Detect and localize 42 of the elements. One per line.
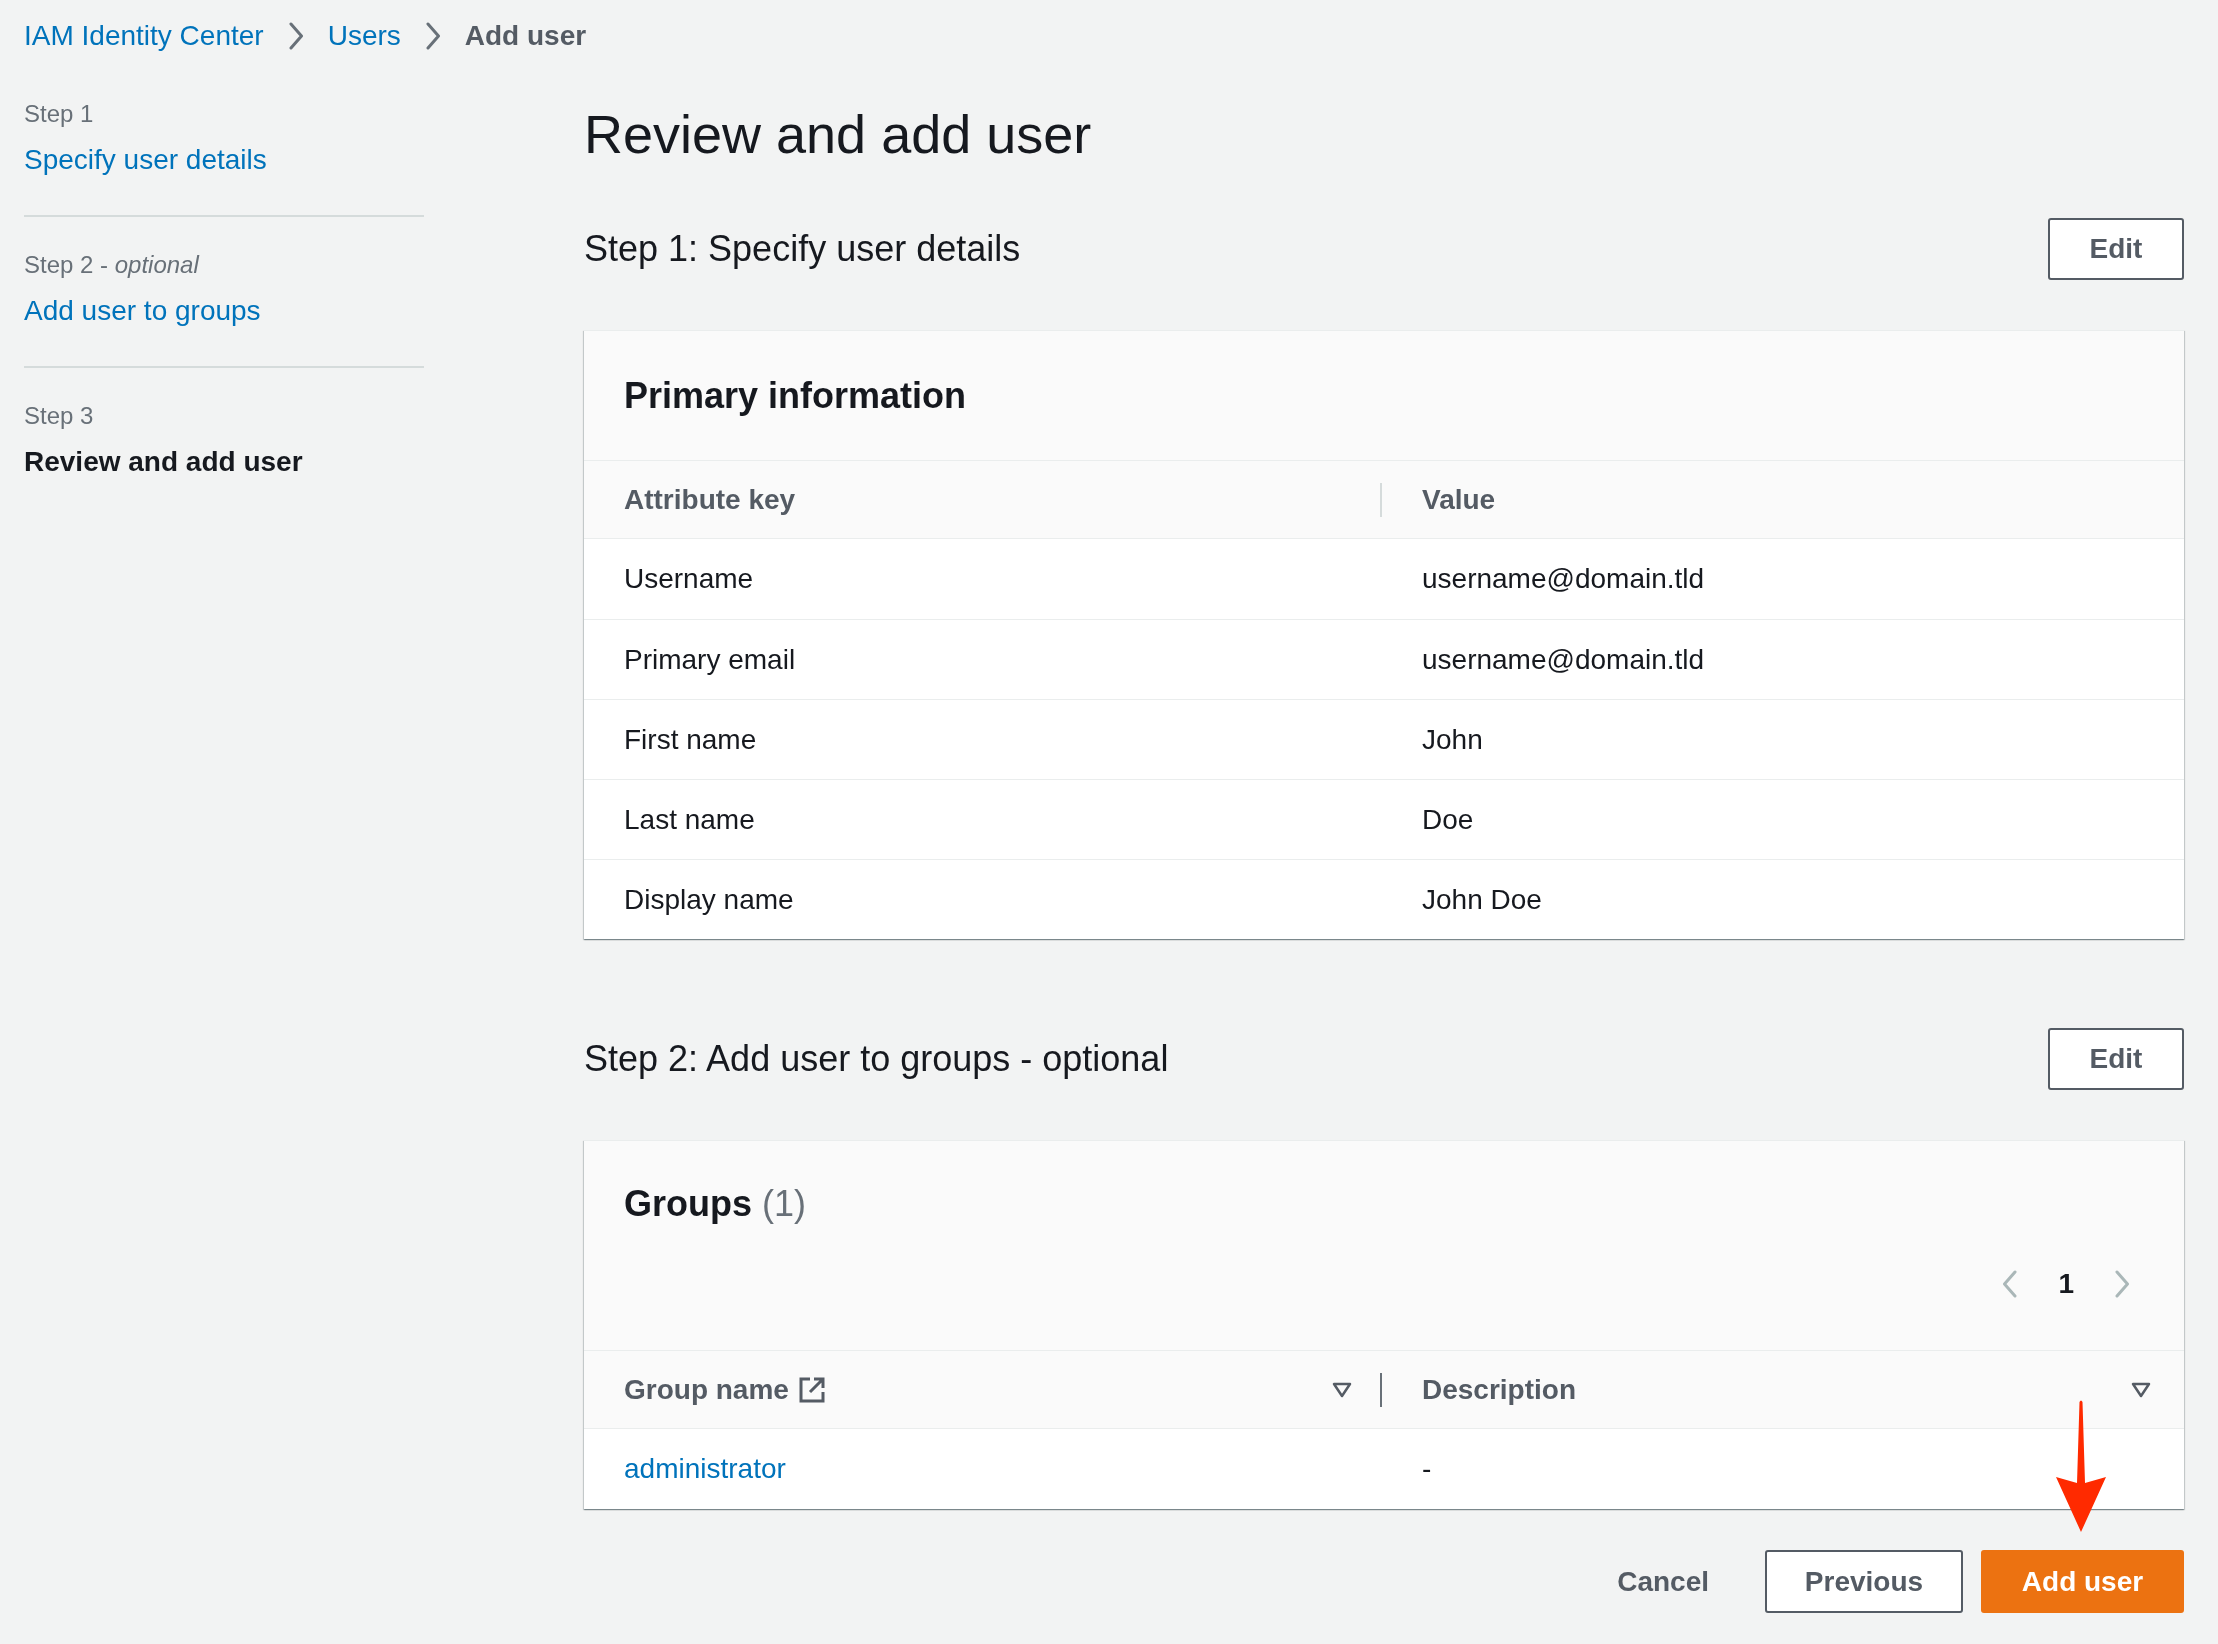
step-link[interactable]: Specify user details [24, 140, 267, 180]
table-cell-text: Username [624, 562, 754, 596]
step-label: Step 1 [24, 99, 94, 129]
down-arrow-icon [2055, 1399, 2107, 1533]
step-label: Step 3 [24, 401, 94, 431]
chevron-right-icon [424, 22, 441, 50]
table-cell-text: username@domain.tld [1422, 562, 1705, 596]
breadcrumb-current: Add user [464, 19, 587, 53]
external-link-icon[interactable] [798, 1376, 825, 1403]
table-cell-text: Display name [624, 882, 794, 917]
breadcrumb-link[interactable]: IAM Identity Center [24, 18, 264, 54]
sort-caret-icon[interactable] [1332, 1381, 1352, 1398]
table-cell-text: First name [624, 722, 757, 757]
edit-button[interactable]: Edit [2048, 218, 2184, 280]
item-count: (1) [762, 1183, 806, 1225]
table-cell-text: Last name [624, 802, 755, 837]
table-cell-text: Primary email [624, 642, 796, 677]
previous-button[interactable]: Previous [1765, 1550, 1963, 1613]
chevron-right-icon [287, 22, 304, 50]
sort-caret-icon[interactable] [2131, 1381, 2151, 1398]
column-header: Attribute key [624, 482, 796, 517]
group-link[interactable]: administrator [624, 1451, 786, 1487]
breadcrumb-link[interactable]: Users [327, 18, 401, 54]
page-title: Review and add user [584, 103, 1092, 166]
page-number[interactable]: 1 [2058, 1266, 2074, 1302]
table-cell-text: John Doe [1422, 882, 1542, 917]
table-cell-text: Doe [1422, 802, 1474, 837]
panel-title: Groups [624, 1183, 752, 1225]
current-step-title: Review and add user [24, 445, 303, 479]
table-cell-text: John [1422, 722, 1483, 757]
edit-button[interactable]: Edit [2048, 1028, 2184, 1090]
column-header: Value [1422, 482, 1496, 517]
step-link[interactable]: Add user to groups [24, 291, 261, 331]
step-label: Step 2 - optional [24, 250, 199, 280]
section-heading: Step 2: Add user to groups - optional [584, 1037, 1169, 1081]
column-header[interactable]: Group name [624, 1371, 789, 1408]
panel-title: Primary information [624, 374, 967, 417]
cancel-button[interactable]: Cancel [1579, 1550, 1747, 1613]
column-header[interactable]: Description [1422, 1371, 1577, 1408]
table-cell-text: username@domain.tld [1422, 642, 1705, 677]
section-heading: Step 1: Specify user details [584, 227, 1021, 271]
table-cell-text: - [1422, 1452, 1432, 1486]
